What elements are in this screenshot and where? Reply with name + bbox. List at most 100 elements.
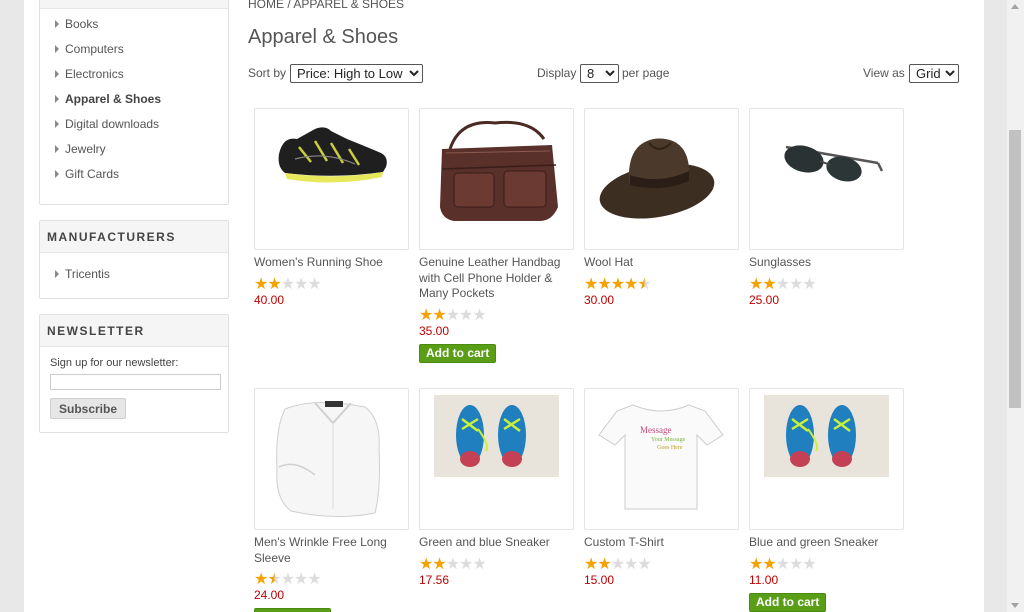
arrow-right-icon: [55, 45, 59, 53]
add-to-cart-button[interactable]: Add to cart: [254, 608, 332, 612]
product-image-link[interactable]: [254, 108, 409, 250]
product-title[interactable]: Sunglasses: [749, 255, 899, 271]
star-icon: ★: [419, 306, 433, 324]
arrow-right-icon: [55, 70, 59, 78]
product-item[interactable]: Green and blue Sneaker ★★★★★ 17.56: [419, 388, 574, 587]
product-image-link[interactable]: [584, 108, 739, 250]
star-icon: ★: [637, 275, 651, 293]
scrollbar-thumb[interactable]: [1009, 130, 1021, 408]
add-to-cart-button[interactable]: Add to cart: [749, 592, 827, 612]
product-image-link[interactable]: [419, 108, 574, 250]
product-price: 17.56: [419, 572, 450, 587]
category-item-digital-downloads[interactable]: Digital downloads: [40, 112, 228, 137]
star-icon: ★: [419, 555, 433, 573]
arrow-right-icon: [55, 270, 59, 278]
product-item[interactable]: Sunglasses ★★★★★ 25.00: [749, 108, 904, 307]
product-rating: ★★★★★: [584, 276, 739, 293]
category-label[interactable]: Gift Cards: [65, 167, 119, 181]
category-item-gift-cards[interactable]: Gift Cards: [40, 162, 228, 187]
breadcrumb: Home / Apparel & Shoes: [248, 0, 404, 11]
arrow-right-icon: [55, 120, 59, 128]
product-title[interactable]: Blue and green Sneaker: [749, 535, 899, 551]
view-mode-select[interactable]: Grid: [909, 64, 959, 83]
newsletter-block: NEWSLETTER Sign up for our newsletter: S…: [39, 314, 229, 433]
product-item[interactable]: Men's Wrinkle Free Long Sleeve ★★★★★ 24.…: [254, 388, 409, 612]
star-icon: ★: [584, 275, 598, 293]
product-title[interactable]: Genuine Leather Handbag with Cell Phone …: [419, 255, 569, 302]
manufacturer-item-tricentis[interactable]: Tricentis: [40, 262, 228, 287]
newsletter-prompt: Sign up for our newsletter:: [50, 357, 179, 369]
product-title[interactable]: Women's Running Shoe: [254, 255, 404, 271]
category-label[interactable]: Apparel & Shoes: [65, 92, 161, 106]
product-image-link[interactable]: [419, 388, 574, 530]
product-rating: ★★★★★: [254, 276, 409, 293]
product-price: 24.00: [254, 588, 285, 602]
star-icon: ★: [294, 275, 308, 293]
product-image-link[interactable]: [254, 388, 409, 530]
star-icon: ★: [610, 555, 625, 573]
page-size-select[interactable]: 8: [580, 64, 619, 83]
star-icon: ★: [762, 275, 776, 293]
category-item-computers[interactable]: Computers: [40, 37, 228, 62]
product-rating: ★★★★★: [749, 276, 904, 293]
star-icon: ★: [775, 555, 790, 573]
tshirt-print-line-2: Your Message: [651, 437, 686, 443]
star-icon: ★: [749, 275, 763, 293]
per-page-label: per page: [622, 66, 670, 80]
product-item[interactable]: Message Your Message Goes Here Custom T-…: [584, 388, 739, 587]
newsletter-email-input[interactable]: [50, 374, 221, 390]
scroll-up-arrow-icon[interactable]: [1011, 4, 1019, 9]
category-label[interactable]: Jewelry: [65, 142, 106, 156]
arrow-right-icon: [55, 145, 59, 153]
product-item[interactable]: Genuine Leather Handbag with Cell Phone …: [419, 108, 574, 363]
star-icon: ★: [802, 275, 816, 293]
view-as-label: View as: [863, 66, 905, 80]
star-icon: ★: [624, 555, 638, 573]
product-title[interactable]: Green and blue Sneaker: [419, 535, 569, 551]
scroll-down-arrow-icon[interactable]: [1011, 603, 1019, 608]
category-label[interactable]: Books: [65, 17, 98, 31]
sort-by-label: Sort by: [248, 66, 287, 80]
star-icon: ★: [789, 275, 803, 293]
star-icon: ★: [775, 275, 790, 293]
star-icon: ★: [597, 275, 611, 293]
star-icon: ★: [762, 555, 776, 573]
breadcrumb-home-link[interactable]: Home: [248, 0, 284, 11]
subscribe-button[interactable]: Subscribe: [50, 398, 127, 419]
sort-by-select[interactable]: Price: High to Low: [290, 64, 423, 83]
category-label[interactable]: Electronics: [65, 67, 124, 81]
categories-block: Books Computers Electronics Apparel & Sh…: [39, 0, 229, 205]
category-item-apparel-shoes[interactable]: Apparel & Shoes: [40, 87, 228, 112]
category-label[interactable]: Digital downloads: [65, 117, 159, 131]
manufacturers-title: MANUFACTURERS: [40, 221, 228, 253]
breadcrumb-current: Apparel & Shoes: [293, 0, 405, 11]
star-icon: ★: [584, 555, 598, 573]
star-icon: ★: [472, 555, 486, 573]
category-item-jewelry[interactable]: Jewelry: [40, 137, 228, 162]
product-item[interactable]: Wool Hat ★★★★★ 30.00: [584, 108, 739, 307]
star-icon: ★: [267, 275, 281, 293]
product-image-link[interactable]: Message Your Message Goes Here: [584, 388, 739, 530]
star-icon: ★: [307, 275, 321, 293]
manufacturer-label[interactable]: Tricentis: [65, 267, 110, 281]
category-item-electronics[interactable]: Electronics: [40, 62, 228, 87]
star-icon: ★: [254, 275, 268, 293]
manufacturer-list: Tricentis: [40, 253, 228, 287]
product-title[interactable]: Wool Hat: [584, 255, 734, 271]
category-label[interactable]: Computers: [65, 42, 124, 56]
star-icon: ★: [624, 275, 638, 293]
product-item[interactable]: Blue and green Sneaker ★★★★★ 11.00 Add t…: [749, 388, 904, 612]
newsletter-title: NEWSLETTER: [40, 315, 228, 347]
vertical-scrollbar[interactable]: [1007, 0, 1024, 612]
product-rating: ★★★★★: [254, 571, 409, 588]
product-image-link[interactable]: [749, 108, 904, 250]
product-rating: ★★★★★: [419, 556, 574, 573]
product-image-link[interactable]: [749, 388, 904, 530]
product-item[interactable]: Women's Running Shoe ★★★★★ 40.00: [254, 108, 409, 307]
product-title[interactable]: Men's Wrinkle Free Long Sleeve: [254, 535, 404, 566]
product-title[interactable]: Custom T-Shirt: [584, 535, 734, 551]
add-to-cart-button[interactable]: Add to cart: [419, 343, 497, 363]
dress-shirt-image: [276, 401, 380, 518]
category-item-books[interactable]: Books: [40, 12, 228, 37]
star-icon: ★: [459, 306, 473, 324]
